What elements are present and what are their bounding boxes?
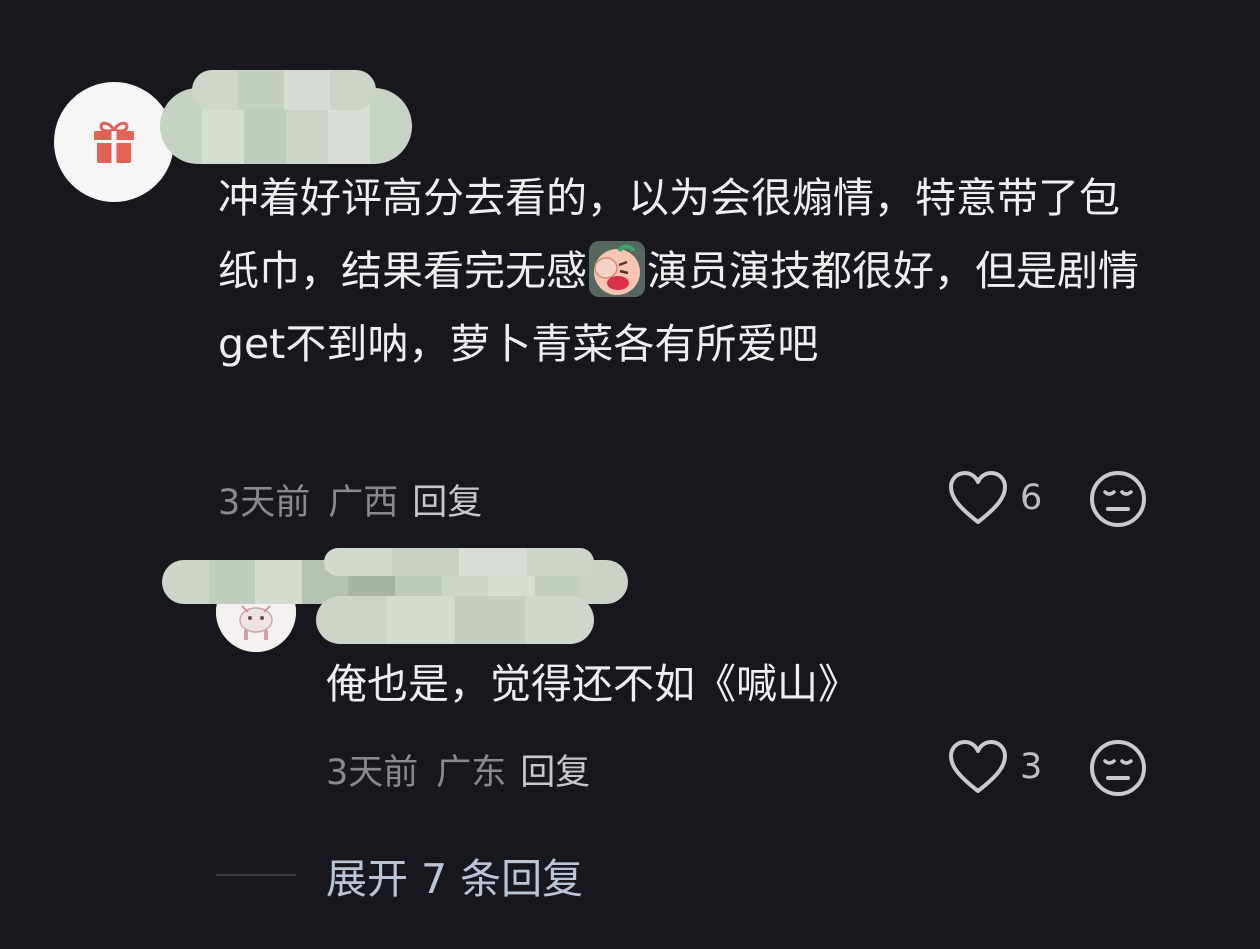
heart-icon (949, 740, 1007, 793)
dislike-face-icon[interactable] (1088, 469, 1148, 529)
heart-icon (949, 471, 1007, 524)
expand-replies-button[interactable]: 展开 7 条回复 (326, 845, 583, 905)
reply-location: 广东 (436, 753, 507, 793)
like-button[interactable]: 6 (948, 470, 1042, 526)
reply-username-blurred-bottom (316, 596, 594, 644)
reply-meta: 3天前 广东 回复 (326, 744, 590, 795)
comment-meta: 3天前 广西 回复 (218, 474, 482, 525)
comment-time: 3天前 (218, 483, 311, 523)
dislike-face-icon[interactable] (1088, 738, 1148, 798)
expand-divider (216, 874, 296, 876)
like-count: 6 (1020, 478, 1043, 518)
username-blurred-top (192, 70, 376, 110)
reply-like-button[interactable]: 3 (948, 739, 1042, 795)
comment-text: 冲着好评高分去看的，以为会很煽情，特意带了包纸巾，结果看完无感 演员演技都很好，… (218, 162, 1158, 381)
reply-button[interactable]: 回复 (412, 483, 482, 523)
reply-time: 3天前 (326, 753, 419, 793)
gift-icon (94, 121, 134, 163)
comment-location: 广西 (328, 483, 399, 523)
reply-reply-button[interactable]: 回复 (520, 753, 590, 793)
reply-username-blurred-top (324, 548, 594, 576)
facepalm-emoji (589, 241, 645, 297)
reply-text: 俺也是，觉得还不如《喊山》 (326, 660, 859, 708)
avatar[interactable] (54, 82, 174, 202)
reply-like-count: 3 (1020, 747, 1043, 787)
